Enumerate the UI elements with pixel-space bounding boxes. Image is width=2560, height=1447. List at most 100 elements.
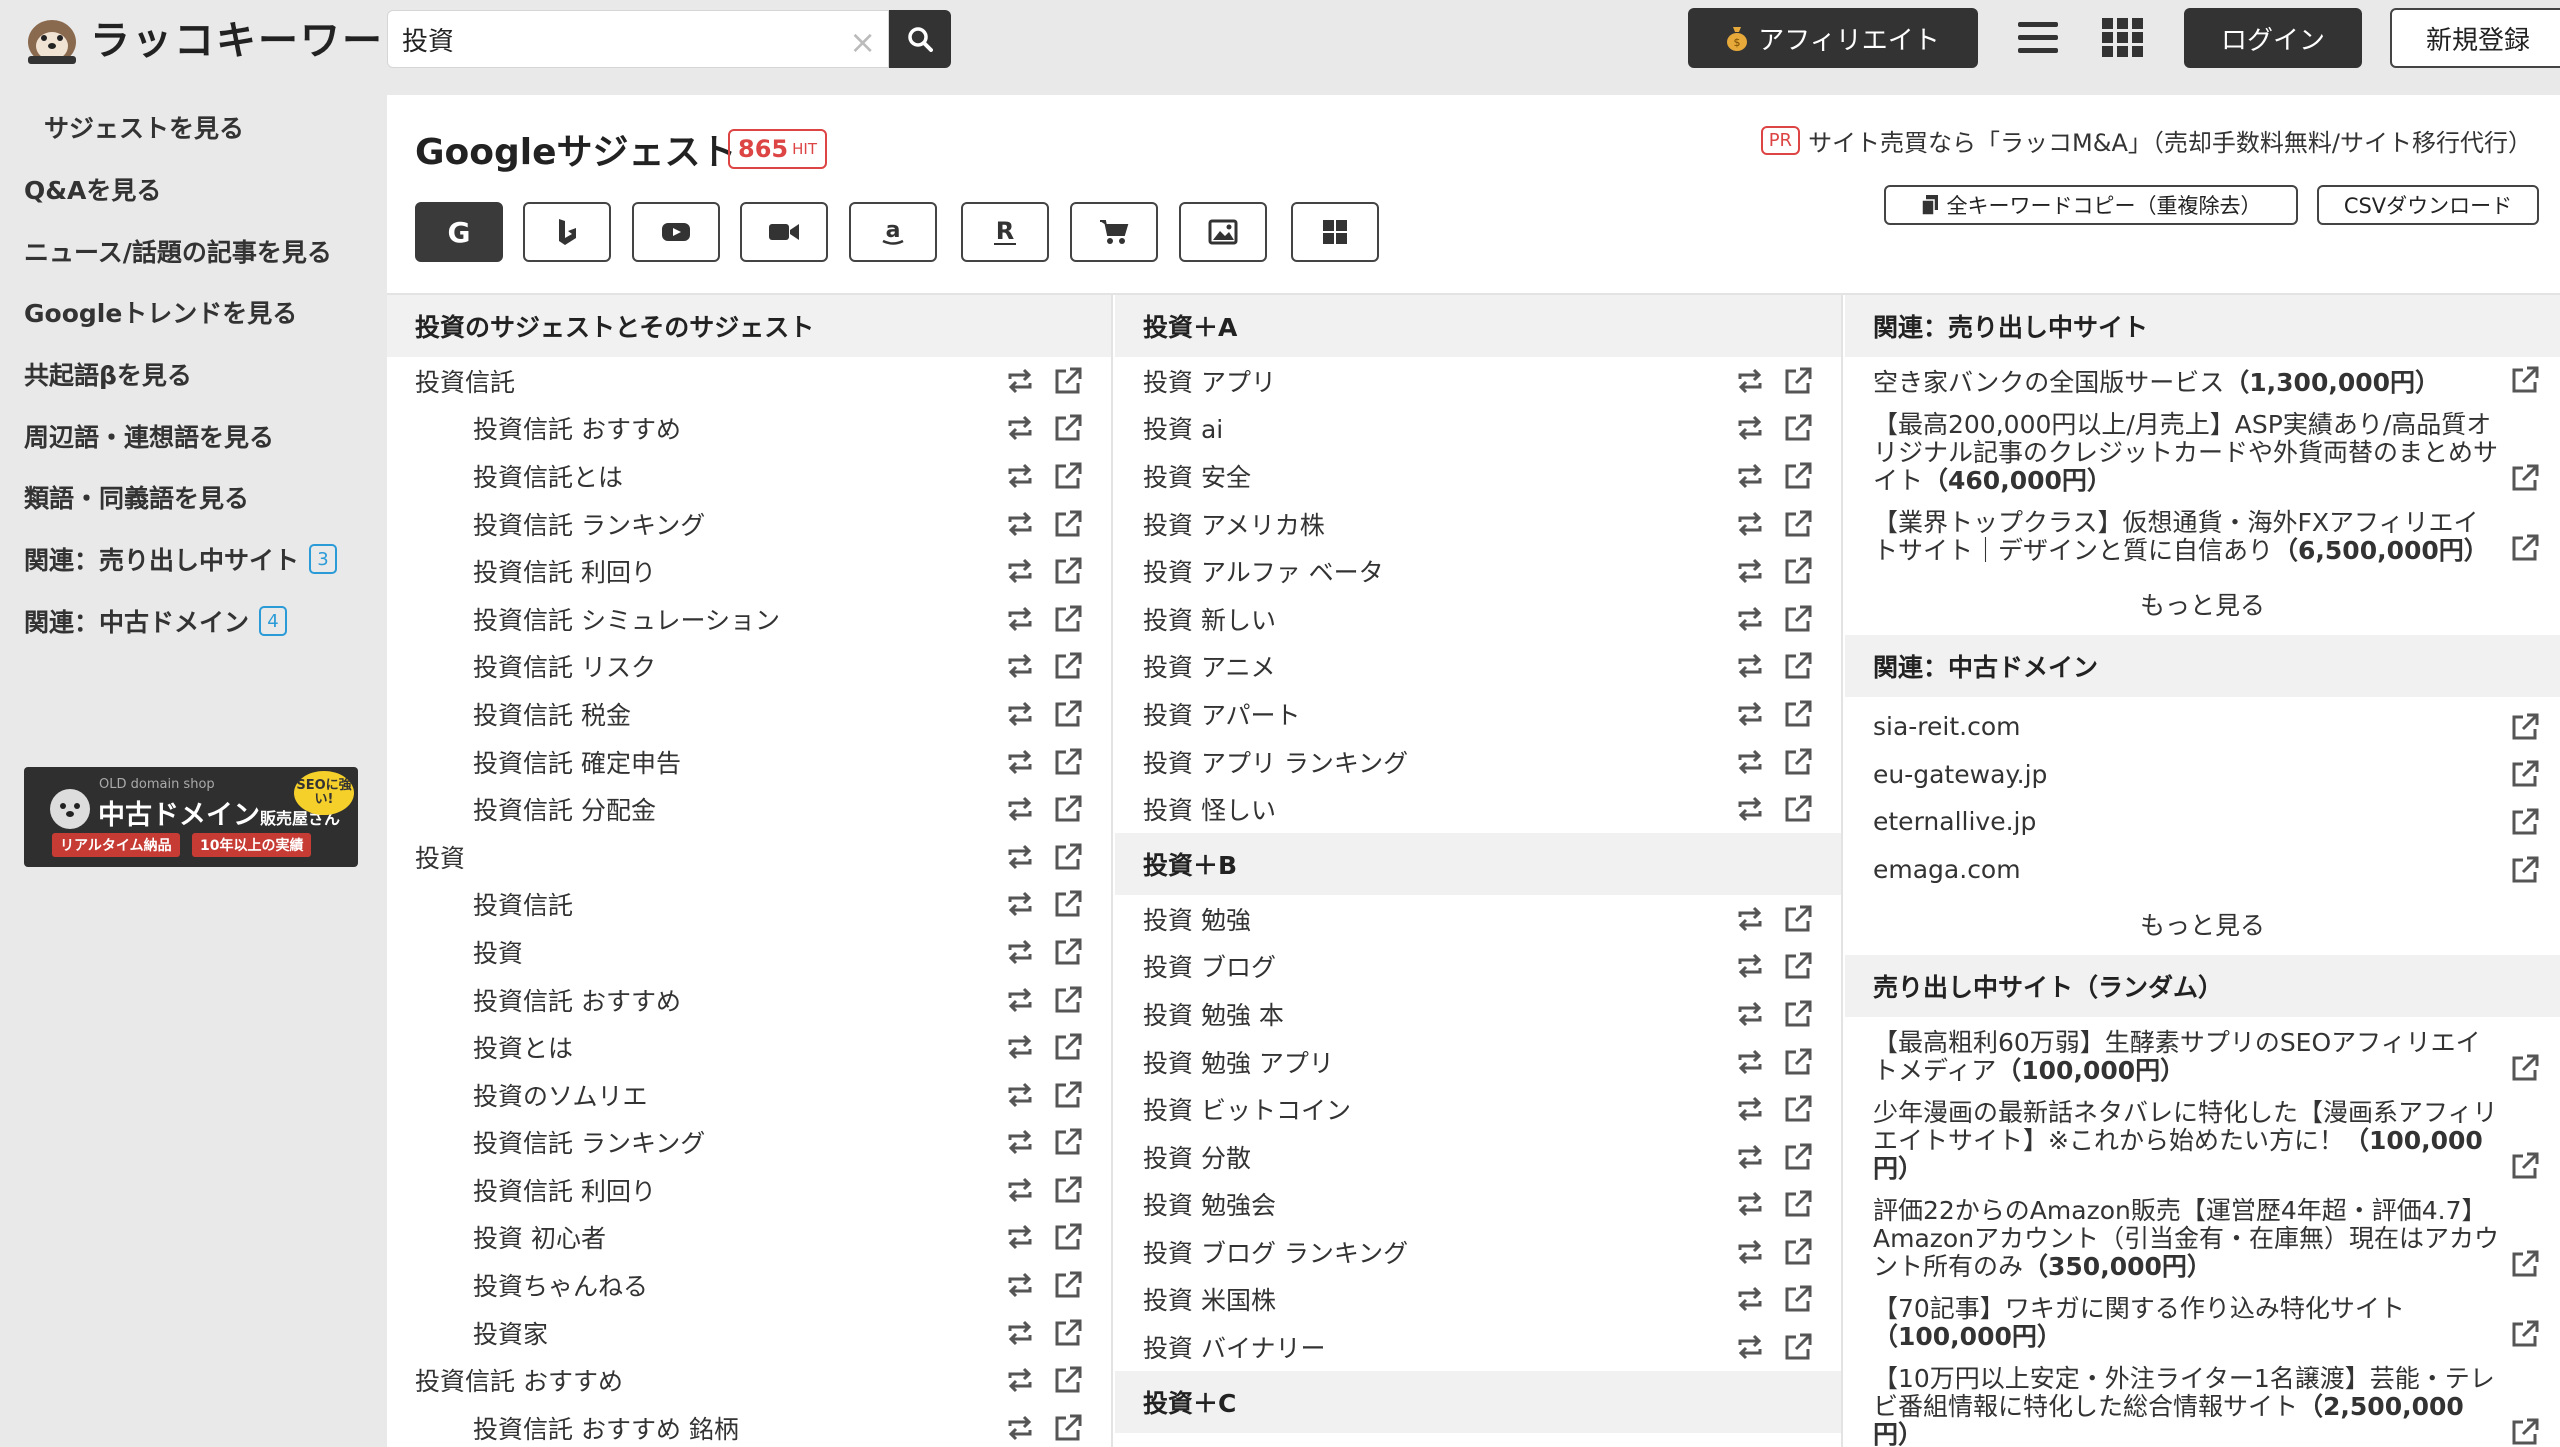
repeat-icon[interactable] <box>1735 904 1765 934</box>
keyword-text[interactable]: 投資信託 シミュレーション <box>473 601 780 637</box>
external-link-icon[interactable] <box>1053 937 1083 967</box>
repeat-icon[interactable] <box>1735 1237 1765 1267</box>
repeat-icon[interactable] <box>1005 604 1035 634</box>
repeat-icon[interactable] <box>1005 413 1035 443</box>
repeat-icon[interactable] <box>1005 1032 1035 1062</box>
keyword-text[interactable]: 投資ちゃんねる <box>473 1267 648 1303</box>
site-listing[interactable]: 【10万円以上安定・外注ライター1名譲渡】芸能・テレビ番組情報に特化した総合情報… <box>1845 1359 2560 1447</box>
keyword-text[interactable]: 投資 安全 <box>1143 458 1251 494</box>
keyword-text[interactable]: 投資 新しい <box>1143 601 1276 637</box>
external-link-icon[interactable] <box>2510 712 2540 742</box>
external-link-icon[interactable] <box>2510 855 2540 885</box>
repeat-icon[interactable] <box>1005 794 1035 824</box>
repeat-icon[interactable] <box>1735 1284 1765 1314</box>
site-listing[interactable]: 評価22からのAmazon販売【運営歴4年超・評価4.7】Amazonアカウント… <box>1845 1191 2560 1289</box>
external-link-icon[interactable] <box>1783 699 1813 729</box>
domain-row[interactable]: eu-gateway.jp <box>1845 751 2560 799</box>
keyword-text[interactable]: 投資 アメリカ株 <box>1143 506 1325 542</box>
repeat-icon[interactable] <box>1005 1080 1035 1110</box>
external-link-icon[interactable] <box>1053 1365 1083 1395</box>
keyword-text[interactable]: 投資 ブログ ランキング <box>1143 1234 1408 1270</box>
site-listing[interactable]: 【業界トップクラス】仮想通貨・海外FXアフィリエイトサイト｜デザインと質に自信あ… <box>1845 503 2560 573</box>
external-link-icon[interactable] <box>1053 461 1083 491</box>
engine-image-button[interactable] <box>1179 202 1267 262</box>
keyword-text[interactable]: 投資 アルファ ベータ <box>1143 553 1384 589</box>
repeat-icon[interactable] <box>1735 1332 1765 1362</box>
external-link-icon[interactable] <box>2510 1249 2540 1279</box>
sidebar-item-news[interactable]: ニュース/話題の記事を見る <box>24 233 332 269</box>
external-link-icon[interactable] <box>2510 807 2540 837</box>
keyword-text[interactable]: 投資信託 おすすめ <box>473 982 681 1018</box>
repeat-icon[interactable] <box>1735 556 1765 586</box>
repeat-icon[interactable] <box>1735 747 1765 777</box>
external-link-icon[interactable] <box>1783 1332 1813 1362</box>
external-link-icon[interactable] <box>1053 1270 1083 1300</box>
external-link-icon[interactable] <box>1053 1175 1083 1205</box>
external-link-icon[interactable] <box>1053 699 1083 729</box>
login-button[interactable]: ログイン <box>2184 8 2362 68</box>
keyword-text[interactable]: 投資 勉強会 <box>1143 1186 1276 1222</box>
external-link-icon[interactable] <box>1783 904 1813 934</box>
external-link-icon[interactable] <box>1783 1189 1813 1219</box>
external-link-icon[interactable] <box>1783 366 1813 396</box>
keyword-text[interactable]: 投資信託 おすすめ 銘柄 <box>473 1410 739 1446</box>
repeat-icon[interactable] <box>1005 889 1035 919</box>
repeat-icon[interactable] <box>1005 699 1035 729</box>
keyword-text[interactable]: 投資 バイナリー <box>1143 1329 1325 1365</box>
engine-youtube-button[interactable] <box>632 202 720 262</box>
keyword-text[interactable]: 投資信託 <box>473 886 573 922</box>
engine-google-button[interactable]: G <box>415 202 503 262</box>
external-link-icon[interactable] <box>1053 1032 1083 1062</box>
keyword-text[interactable]: 投資信託 ランキング <box>473 506 705 542</box>
external-link-icon[interactable] <box>1783 794 1813 824</box>
keyword-text[interactable]: 投資 アパート <box>1143 696 1300 732</box>
repeat-icon[interactable] <box>1735 1094 1765 1124</box>
signup-button[interactable]: 新規登録 <box>2390 8 2560 68</box>
keyword-text[interactable]: 投資のソムリエ <box>473 1077 648 1113</box>
external-link-icon[interactable] <box>1783 747 1813 777</box>
external-link-icon[interactable] <box>1783 1284 1813 1314</box>
domain-row[interactable]: emaga.com <box>1845 846 2560 894</box>
external-link-icon[interactable] <box>1053 1413 1083 1443</box>
repeat-icon[interactable] <box>1735 651 1765 681</box>
engine-shopping-button[interactable] <box>1070 202 1158 262</box>
repeat-icon[interactable] <box>1735 461 1765 491</box>
keyword-text[interactable]: 投資 ブログ <box>1143 948 1276 984</box>
external-link-icon[interactable] <box>2510 1151 2540 1181</box>
engine-bing-button[interactable] <box>523 202 611 262</box>
external-link-icon[interactable] <box>1053 1318 1083 1348</box>
keyword-text[interactable]: 投資信託 おすすめ <box>415 1362 623 1398</box>
sidebar-item-domains[interactable]: 関連：中古ドメイン 4 <box>24 603 288 639</box>
repeat-icon[interactable] <box>1005 985 1035 1015</box>
sidebar-item-trends[interactable]: Googleトレンドを見る <box>24 294 297 330</box>
external-link-icon[interactable] <box>1053 985 1083 1015</box>
repeat-icon[interactable] <box>1005 1413 1035 1443</box>
repeat-icon[interactable] <box>1005 1365 1035 1395</box>
domain-shop-banner[interactable]: OLD domain shop 中古ドメイン販売屋さん SEOに強い! リアルタ… <box>24 767 358 867</box>
sidebar-item-cooccurrence[interactable]: 共起語βを見る <box>24 356 192 392</box>
keyword-text[interactable]: 投資信託 ランキング <box>473 1124 705 1160</box>
engine-amazon-button[interactable]: a <box>849 202 937 262</box>
external-link-icon[interactable] <box>1783 556 1813 586</box>
external-link-icon[interactable] <box>1053 413 1083 443</box>
external-link-icon[interactable] <box>1783 461 1813 491</box>
repeat-icon[interactable] <box>1735 951 1765 981</box>
repeat-icon[interactable] <box>1005 747 1035 777</box>
repeat-icon[interactable] <box>1005 1270 1035 1300</box>
external-link-icon[interactable] <box>1053 842 1083 872</box>
site-listing[interactable]: 【70記事】ワキガに関する作り込み特化サイト（100,000円） <box>1845 1289 2560 1359</box>
repeat-icon[interactable] <box>1005 1222 1035 1252</box>
repeat-icon[interactable] <box>1735 366 1765 396</box>
site-listing[interactable]: 少年漫画の最新話ネタバレに特化した【漫画系アフィリエイトサイト】※これから始めた… <box>1845 1093 2560 1191</box>
keyword-text[interactable]: 投資 怪しい <box>1143 791 1276 827</box>
site-listing[interactable]: 【最高粗利60万弱】生酵素サプリのSEOアフィリエイトメディア（100,000円… <box>1845 1023 2560 1093</box>
repeat-icon[interactable] <box>1735 1142 1765 1172</box>
external-link-icon[interactable] <box>1783 604 1813 634</box>
repeat-icon[interactable] <box>1735 509 1765 539</box>
engine-rakuten-button[interactable]: R <box>961 202 1049 262</box>
repeat-icon[interactable] <box>1005 556 1035 586</box>
repeat-icon[interactable] <box>1005 1318 1035 1348</box>
repeat-icon[interactable] <box>1005 509 1035 539</box>
repeat-icon[interactable] <box>1735 699 1765 729</box>
keyword-text[interactable]: 投資信託とは <box>473 458 623 494</box>
